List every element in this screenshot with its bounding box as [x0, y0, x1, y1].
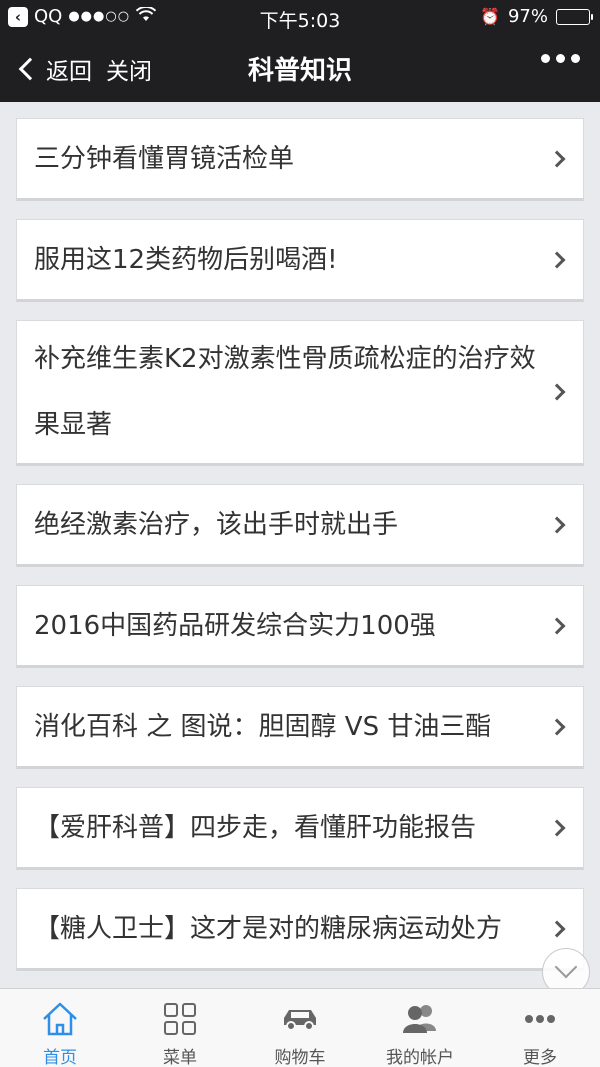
article-item[interactable]: 【糖人卫士】这才是对的糖尿病运动处方: [16, 888, 584, 971]
article-title: 2016中国药品研发综合实力100强: [34, 610, 436, 641]
chevron-right-icon: [548, 920, 566, 937]
tab-label: 首页: [43, 1048, 77, 1067]
grid-icon: [160, 999, 200, 1039]
article-title: 服用这12类药物后别喝酒!: [34, 244, 338, 275]
article-title: 三分钟看懂胃镜活检单: [34, 143, 295, 174]
chevron-right-icon: [548, 718, 566, 735]
home-icon: [40, 999, 80, 1039]
article-item[interactable]: 消化百科 之 图说：胆固醇 VS 甘油三酯: [16, 686, 584, 769]
dot-icon: [571, 54, 580, 63]
battery-icon: [556, 8, 593, 25]
article-item[interactable]: 绝经激素治疗，该出手时就出手: [16, 484, 584, 567]
chevron-right-icon: [548, 617, 566, 634]
battery-percent: 97%: [507, 6, 548, 27]
nav-bar: 返回 关闭 科普知识: [0, 34, 600, 102]
tab-account[interactable]: 我的帐户: [360, 989, 480, 1067]
tab-home[interactable]: 首页: [0, 989, 120, 1067]
article-title: 补充维生素K2对激素性骨质疏松症的治疗效果显著: [34, 344, 536, 440]
dot-icon: [556, 54, 565, 63]
tab-label: 购物车: [274, 1048, 326, 1067]
article-title: 【爱肝科普】四步走，看懂肝功能报告: [34, 812, 477, 843]
article-item[interactable]: 补充维生素K2对激素性骨质疏松症的治疗效果显著: [16, 320, 584, 466]
tab-cart[interactable]: 购物车: [240, 989, 360, 1067]
status-bar: ‹ QQ ●●●○○ 下午5:03 ⏰ 97%: [0, 0, 600, 34]
article-item[interactable]: 2016中国药品研发综合实力100强: [16, 585, 584, 668]
article-title: 绝经激素治疗，该出手时就出手: [34, 509, 399, 540]
tab-label: 我的帐户: [386, 1048, 454, 1067]
chevron-right-icon: [548, 819, 566, 836]
chevron-right-icon: [548, 383, 566, 401]
tab-label: 菜单: [163, 1048, 197, 1067]
car-icon: [280, 999, 320, 1039]
page-title: 科普知识: [247, 56, 352, 86]
article-item[interactable]: 三分钟看懂胃镜活检单: [16, 118, 584, 201]
chevron-right-icon: [548, 251, 566, 268]
chevron-right-icon: [548, 516, 566, 533]
tab-bar: 首页 菜单 购物车 我的帐户 更多: [0, 988, 600, 1067]
tab-menu[interactable]: 菜单: [120, 989, 240, 1067]
more-menu-button[interactable]: [541, 54, 580, 63]
article-item[interactable]: 服用这12类药物后别喝酒!: [16, 219, 584, 302]
chevron-right-icon: [548, 150, 566, 167]
more-icon: [520, 999, 560, 1039]
dot-icon: [541, 54, 550, 63]
article-title: 消化百科 之 图说：胆固醇 VS 甘油三酯: [34, 711, 492, 742]
article-item[interactable]: 【爱肝科普】四步走，看懂肝功能报告: [16, 787, 584, 870]
article-title: 【糖人卫士】这才是对的糖尿病运动处方: [34, 913, 503, 944]
alarm-icon: ⏰: [480, 7, 500, 26]
article-list: 三分钟看懂胃镜活检单 服用这12类药物后别喝酒! 补充维生素K2对激素性骨质疏松…: [16, 118, 584, 989]
users-icon: [400, 999, 440, 1039]
tab-more[interactable]: 更多: [480, 989, 600, 1067]
chevron-down-icon: [554, 955, 578, 979]
tab-label: 更多: [523, 1048, 557, 1067]
